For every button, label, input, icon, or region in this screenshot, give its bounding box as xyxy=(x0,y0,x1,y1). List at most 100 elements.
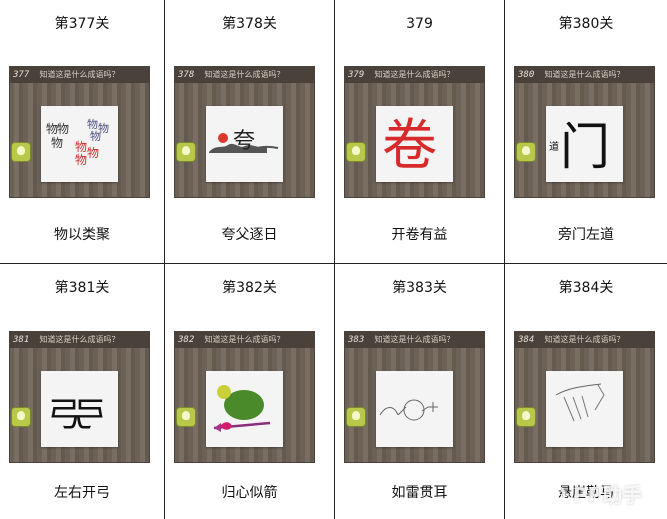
question-text: 知道这是什么成语吗？ xyxy=(39,335,120,344)
puzzle-image: 物 物 物 物 物 物 物 物 物 xyxy=(41,106,118,182)
hint-bulb-icon[interactable] xyxy=(177,143,195,161)
heart-icon xyxy=(220,422,232,430)
glyph-red-main: 卷 xyxy=(382,113,437,177)
level-title: 第381关 xyxy=(54,280,110,296)
glyph-black-2: 物 xyxy=(57,122,69,136)
puzzle-image xyxy=(376,371,453,447)
question-text: 知道这是什么成语吗？ xyxy=(374,70,455,79)
glyph-blue-3: 物 xyxy=(90,129,101,143)
puzzle-screenshot: 379 知道这是什么成语吗？ 卷 xyxy=(344,66,485,198)
puzzle-drawing: 弓 弓 xyxy=(47,395,107,435)
card-381: 第381关 381 知道这是什么成语吗？ 弓 弓 左右开弓 xyxy=(0,264,165,519)
puzzle-screenshot: 384 知道这是什么成语吗？ xyxy=(514,331,655,463)
level-number: 382 xyxy=(178,335,195,345)
hint-bulb-icon[interactable] xyxy=(347,143,365,161)
level-number: 380 xyxy=(518,70,535,80)
puzzle-drawing: 物 物 物 物 物 物 物 物 物 xyxy=(46,117,109,167)
question-bar: 381 知道这是什么成语吗？ xyxy=(9,331,150,348)
level-number: 383 xyxy=(348,335,365,345)
question-bar: 377 知道这是什么成语吗？ xyxy=(9,66,150,83)
level-title: 第378关 xyxy=(222,16,277,32)
ear-left-icon xyxy=(379,407,399,416)
puzzle-screenshot: 382 知道这是什么成语吗？ xyxy=(174,331,315,463)
puzzle-image: 夸 xyxy=(206,106,283,182)
puzzle-screenshot: 381 知道这是什么成语吗？ 弓 弓 xyxy=(9,331,150,463)
puzzle-drawing: 道 门 xyxy=(549,118,610,176)
answer-text: 旁门左道 xyxy=(558,227,614,243)
level-title: 第380关 xyxy=(558,16,614,32)
glyph-blue-1: 物 xyxy=(87,117,98,131)
hint-bulb-icon[interactable] xyxy=(347,408,365,426)
glyph-black-3: 物 xyxy=(51,136,63,150)
hint-bulb-icon[interactable] xyxy=(517,143,535,161)
level-title: 第382关 xyxy=(222,280,277,296)
question-bar: 380 知道这是什么成语吗？ xyxy=(514,66,655,83)
card-380: 第380关 380 知道这是什么成语吗？ 道 门 旁门左道 xyxy=(505,0,667,264)
arrow-head-icon xyxy=(214,423,221,432)
puzzle-drawing xyxy=(555,383,605,422)
puzzle-drawing: 夸 xyxy=(209,129,279,154)
answer-text: 开卷有益 xyxy=(391,227,448,243)
puzzle-drawing xyxy=(213,385,271,432)
question-bar: 378 知道这是什么成语吗？ xyxy=(174,66,315,83)
card-383: 第383关 383 知道这是什么成语吗？ 如雷贯耳 xyxy=(335,264,505,519)
glyph-right-mirrored: 弓 xyxy=(73,395,107,435)
card-378: 第378关 378 知道这是什么成语吗？ 夸 夸父逐日 xyxy=(165,0,335,264)
hint-bulb-icon[interactable] xyxy=(12,143,30,161)
glyph-red-2: 物 xyxy=(87,146,99,160)
puzzle-drawing xyxy=(379,399,438,421)
level-title: 第377关 xyxy=(54,16,110,32)
hint-bulb-icon[interactable] xyxy=(517,408,535,426)
hint-bulb-icon[interactable] xyxy=(177,408,195,426)
question-bar: 384 知道这是什么成语吗？ xyxy=(514,331,655,348)
puzzle-screenshot: 378 知道这是什么成语吗？ 夸 xyxy=(174,66,315,198)
sun-icon xyxy=(218,133,228,143)
question-text: 知道这是什么成语吗？ xyxy=(374,335,455,344)
level-title: 第384关 xyxy=(558,280,614,296)
puzzle-image xyxy=(546,371,623,447)
card-379: 379 379 知道这是什么成语吗？ 卷 开卷有益 xyxy=(335,0,505,264)
horse-icon xyxy=(594,384,605,411)
card-377: 第377关 377 知道这是什么成语吗？ 物 物 物 物 物 物 物 物 物 物… xyxy=(0,0,165,264)
puzzle-image: 道 门 xyxy=(546,106,623,182)
marker-icon xyxy=(428,402,438,412)
hint-bulb-icon[interactable] xyxy=(12,408,30,426)
pp-watermark: PP助手 xyxy=(529,473,659,513)
card-382: 第382关 382 知道这是什么成语吗？ 归心似箭 xyxy=(165,264,335,519)
puzzle-image xyxy=(206,371,283,447)
level-title: 379 xyxy=(406,16,433,32)
level-number: 378 xyxy=(178,70,195,80)
question-text: 知道这是什么成语吗？ xyxy=(544,335,625,344)
cliff-lines-icon xyxy=(563,395,589,422)
answer-text: 如雷贯耳 xyxy=(391,485,448,501)
glyph-main: 夸 xyxy=(233,129,255,154)
question-text: 知道这是什么成语吗？ xyxy=(544,70,625,79)
glyph-red-3: 物 xyxy=(75,153,87,167)
watermark-text: PP助手 xyxy=(573,483,643,507)
question-bar: 382 知道这是什么成语吗？ xyxy=(174,331,315,348)
question-text: 知道这是什么成语吗？ xyxy=(204,335,285,344)
question-text: 知道这是什么成语吗？ xyxy=(39,70,120,79)
puzzle-screenshot: 377 知道这是什么成语吗？ 物 物 物 物 物 物 物 物 物 xyxy=(9,66,150,198)
level-number: 377 xyxy=(13,70,30,80)
puzzle-drawing: 卷 xyxy=(382,113,437,177)
question-bar: 383 知道这是什么成语吗？ xyxy=(344,331,485,348)
glyph-small: 道 xyxy=(549,140,559,153)
puzzle-screenshot: 380 知道这是什么成语吗？ 道 门 xyxy=(514,66,655,198)
level-number: 381 xyxy=(13,335,30,345)
answer-text: 物以类聚 xyxy=(54,227,110,243)
cliff-top-icon xyxy=(555,383,602,396)
turtle-head-icon xyxy=(217,385,231,399)
puzzle-image: 卷 xyxy=(376,106,453,182)
answer-text: 夸父逐日 xyxy=(221,227,278,243)
question-bar: 379 知道这是什么成语吗？ xyxy=(344,66,485,83)
level-number: 379 xyxy=(348,70,365,80)
answer-text: 归心似箭 xyxy=(221,485,278,501)
drum-icon xyxy=(403,399,425,421)
pp-logo-icon xyxy=(537,484,566,509)
answer-text: 左右开弓 xyxy=(54,485,110,501)
glyph-red-1: 物 xyxy=(75,140,87,154)
puzzle-image: 弓 弓 xyxy=(41,371,118,447)
question-text: 知道这是什么成语吗？ xyxy=(204,70,285,79)
glyph-main: 门 xyxy=(560,118,610,176)
